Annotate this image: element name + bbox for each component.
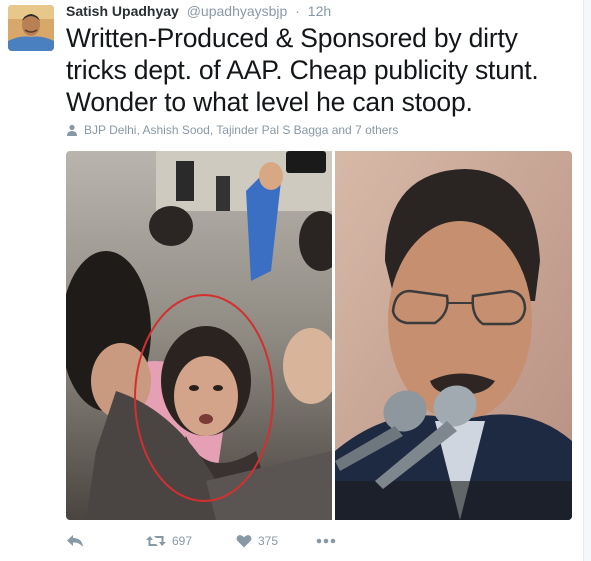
author-name[interactable]: Satish Upadhyay [66,3,179,19]
speaker-photo[interactable] [335,151,572,520]
tweet-actions: 697 375 [66,531,336,551]
retweet-icon [146,536,166,546]
tagged-people[interactable]: BJP Delhi, Ashish Sood, Tajinder Pal S B… [66,123,398,137]
like-button[interactable]: 375 [236,534,316,548]
retweet-button[interactable]: 697 [146,534,236,548]
tweet-media[interactable] [66,151,572,520]
person-icon [67,124,77,136]
tweet-header: Satish Upadhyay @upadhyaysbjp · 12h [66,3,331,19]
avatar-image [8,5,54,51]
header-separator: · [295,3,300,19]
tagged-people-text: BJP Delhi, Ashish Sood, Tajinder Pal S B… [84,123,399,137]
author-handle[interactable]: @upadhyaysbjp [187,3,288,19]
more-button[interactable] [316,538,336,544]
crowd-photo[interactable] [66,151,332,520]
scrollbar-track[interactable] [583,0,591,561]
tweet-timestamp[interactable]: 12h [308,3,331,19]
retweet-count: 697 [172,534,193,548]
tweet[interactable]: Satish Upadhyay @upadhyaysbjp · 12h Writ… [0,0,591,561]
avatar[interactable] [8,5,54,51]
tweet-text: Written-Produced & Sponsored by dirty tr… [66,23,539,117]
more-icon [316,538,336,544]
reply-button[interactable] [66,534,136,548]
like-count: 375 [258,534,279,548]
reply-icon [67,535,83,547]
heart-icon [236,535,252,548]
